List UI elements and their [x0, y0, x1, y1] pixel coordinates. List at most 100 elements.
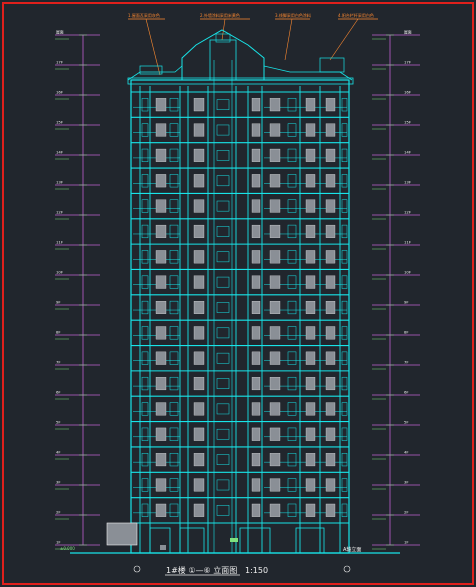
grid-marker-right [343, 565, 351, 573]
window [193, 402, 205, 416]
roof-feature-right [319, 57, 345, 73]
window [325, 275, 336, 289]
window-frame [341, 300, 348, 315]
window [251, 402, 261, 416]
level-label: 7F [56, 360, 61, 365]
window [325, 478, 336, 492]
window-frame [169, 300, 179, 315]
window [325, 148, 336, 162]
window [269, 250, 281, 264]
window-frame [287, 478, 297, 492]
window-frame [141, 174, 149, 188]
window-frame [169, 250, 179, 264]
window [193, 478, 205, 492]
window-frame [141, 98, 149, 112]
window-frame [287, 402, 297, 416]
window-frame [287, 148, 297, 162]
window [305, 377, 316, 391]
level-label: 3F [56, 480, 61, 485]
base-level-label: ±0.000 [60, 546, 75, 551]
grid-marker-left [133, 565, 141, 573]
window [193, 98, 205, 112]
window-frame [341, 250, 348, 264]
callout-4: 4.阳台栏杆采用白色 [338, 12, 374, 18]
drawing-scale: 1:150 [245, 566, 268, 575]
window [155, 98, 167, 112]
window-frame [287, 199, 297, 213]
ground-window [239, 527, 271, 554]
window-frame [141, 250, 149, 264]
left-level-ruler: 屋面 17F 16F 15F 14F 13F 12F 11F 10F 9F 8F 7F 6F 5F 4F 3F… [55, 30, 100, 550]
window-frame [287, 275, 297, 289]
window [325, 301, 336, 314]
window [193, 301, 205, 314]
window-frame [141, 402, 149, 416]
level-label: 7F [404, 360, 409, 365]
window [193, 427, 205, 441]
window [305, 402, 316, 416]
window-frame [169, 453, 179, 467]
building-facade [127, 29, 354, 554]
stair-window [216, 200, 230, 212]
ground-detail [160, 545, 166, 550]
window [155, 174, 167, 188]
drawing-border [2, 2, 474, 585]
window [325, 98, 336, 112]
level-label: 屋面 [404, 30, 412, 35]
window [251, 427, 261, 441]
window-frame [287, 376, 297, 391]
window-frame [141, 199, 149, 213]
window [155, 275, 167, 289]
window-frame [341, 199, 348, 213]
callout-1: 1.屋面瓦采用灰色 [128, 12, 160, 18]
level-label: 17F [404, 60, 411, 65]
stair-window [216, 327, 230, 339]
stair-window [216, 251, 230, 263]
window [325, 199, 336, 213]
window [305, 148, 316, 162]
level-label: 12F [56, 210, 63, 215]
window-frame [287, 326, 297, 340]
window [269, 478, 281, 492]
window [325, 427, 336, 441]
window-frame [141, 148, 149, 162]
stair-window [216, 505, 230, 516]
window [305, 275, 316, 289]
window [269, 174, 281, 188]
window [193, 148, 205, 162]
window [193, 199, 205, 213]
stair-window [216, 302, 230, 313]
window [193, 377, 205, 391]
window-frame [169, 376, 179, 391]
window-frame [341, 174, 348, 188]
window-frame [287, 503, 297, 517]
stair-window [216, 276, 230, 288]
window [305, 427, 316, 441]
level-label: 15F [56, 120, 63, 125]
callout-3: 3.线脚采用白色涂料 [275, 12, 311, 18]
level-label: 8F [404, 330, 409, 335]
window [325, 351, 336, 365]
window-frame [287, 250, 297, 264]
window [251, 377, 261, 391]
window-frame [169, 351, 179, 365]
window-frame [341, 427, 348, 441]
window [305, 478, 316, 492]
level-label: 16F [404, 90, 411, 95]
window [155, 503, 167, 517]
window [193, 351, 205, 365]
window-frame [341, 123, 348, 137]
right-level-ruler: 屋面 17F 16F 15F 14F 13F 12F 11F 10F 9F 8F 7F 6F 5F 4F 3F… [372, 30, 420, 550]
window-frame [169, 275, 179, 289]
window-frame [287, 453, 297, 467]
window-frame [169, 224, 179, 239]
stair-window [216, 454, 230, 465]
window-frame [341, 453, 348, 467]
entry-door [179, 527, 205, 554]
window [269, 275, 281, 289]
window-frame [341, 503, 348, 517]
window-frame [141, 503, 149, 517]
window [269, 199, 281, 213]
roof-hatch [215, 33, 231, 43]
stair-window [216, 352, 230, 364]
